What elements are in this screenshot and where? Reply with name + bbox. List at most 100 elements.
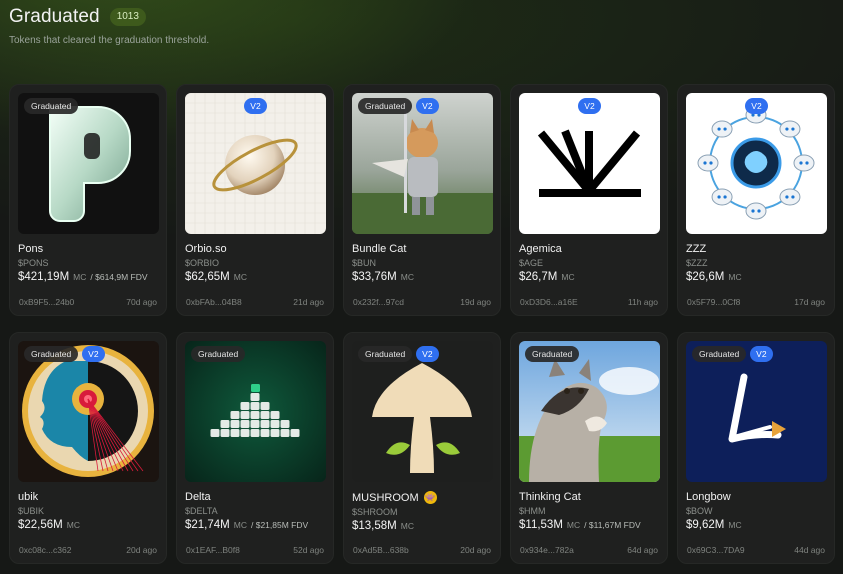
market-cap-row: $33,76M MC: [352, 271, 492, 283]
card-badges: V2: [525, 98, 654, 114]
market-cap-value: $21,74M: [185, 519, 230, 531]
token-card[interactable]: V2 Orbio.so $ORBIO $62,65M MC 0xbFAb...0…: [176, 84, 334, 316]
market-cap-label: MC: [66, 520, 80, 530]
token-address[interactable]: 0xc08c...c362: [19, 545, 71, 555]
token-image[interactable]: Graduated: [519, 341, 660, 482]
token-image[interactable]: Graduated: [185, 341, 326, 482]
graduated-badge: Graduated: [692, 346, 747, 362]
token-card[interactable]: Graduated Delta $DELTA $21,74M MC / $21,…: [176, 332, 334, 564]
market-cap-row: $22,56M MC: [18, 519, 158, 531]
token-age: 44d ago: [794, 545, 825, 555]
market-cap-label: MC: [566, 520, 581, 530]
v2-badge: V2: [416, 98, 439, 114]
page-subtitle: Tokens that cleared the graduation thres…: [9, 35, 210, 46]
token-name-row: Delta: [185, 491, 325, 503]
token-age: 64d ago: [627, 545, 658, 555]
market-cap-label: MC: [233, 272, 247, 282]
token-image[interactable]: Graduated: [18, 93, 159, 234]
token-age: 17d ago: [794, 297, 825, 307]
token-name: ZZZ: [686, 243, 707, 255]
card-badges: V2: [692, 98, 821, 114]
token-ticker: $DELTA: [185, 506, 218, 516]
token-image[interactable]: Graduated V2: [352, 93, 493, 234]
token-image[interactable]: V2: [686, 93, 827, 234]
token-address[interactable]: 0x1EAF...B0f8: [186, 545, 240, 555]
market-cap-label: MC: [400, 521, 414, 531]
token-name-row: Bundle Cat: [352, 243, 492, 255]
graduated-badge: Graduated: [24, 98, 79, 114]
market-cap-value: $11,53M: [519, 519, 563, 531]
market-cap-label: MC: [400, 272, 414, 282]
card-footer: 0xD3D6...a16E 11h ago: [520, 297, 658, 307]
token-grid: Graduated Pons $PONS $421,19M MC / $614,…: [9, 84, 835, 564]
token-ticker: $HMM: [519, 506, 546, 516]
token-age: 20d ago: [126, 545, 157, 555]
count-badge: 1013: [109, 8, 146, 26]
graduated-badge: Graduated: [24, 346, 79, 362]
token-name-row: Pons: [18, 243, 158, 255]
token-age: 21d ago: [293, 297, 324, 307]
token-ticker: $ZZZ: [686, 258, 708, 268]
market-cap-row: $13,58M MC: [352, 520, 492, 532]
token-address[interactable]: 0xbFAb...04B8: [186, 297, 242, 307]
token-address[interactable]: 0xB9F5...24b0: [19, 297, 74, 307]
market-cap-label: MC: [73, 272, 87, 282]
market-cap-label: MC: [728, 272, 742, 282]
token-card[interactable]: Graduated V2 ubik $UBIK $22,56M MC 0xc08…: [9, 332, 167, 564]
token-image[interactable]: Graduated V2: [352, 341, 493, 482]
graduated-badge: Graduated: [358, 346, 413, 362]
v2-badge: V2: [750, 346, 773, 362]
token-card[interactable]: Graduated Pons $PONS $421,19M MC / $614,…: [9, 84, 167, 316]
market-cap-value: $26,7M: [519, 271, 558, 283]
card-badges: Graduated: [191, 346, 320, 362]
token-age: 11h ago: [627, 297, 658, 307]
card-footer: 0x5F79...0Cf8 17d ago: [687, 297, 825, 307]
token-image[interactable]: Graduated V2: [686, 341, 827, 482]
token-name: Thinking Cat: [519, 491, 581, 503]
token-image[interactable]: V2: [185, 93, 326, 234]
market-cap-value: $13,58M: [352, 520, 397, 532]
token-card[interactable]: Graduated V2 Bundle Cat $BUN $33,76M MC …: [343, 84, 501, 316]
market-cap-value: $26,6M: [686, 271, 725, 283]
token-name: MUSHROOM: [352, 491, 419, 504]
market-cap-row: $26,7M MC: [519, 271, 659, 283]
card-footer: 0x232f...97cd 19d ago: [353, 297, 491, 307]
card-badges: Graduated V2: [692, 346, 821, 362]
market-cap-row: $11,53M MC / $11,67M FDV: [519, 519, 659, 531]
token-card[interactable]: Graduated Thinking Cat $HMM $11,53M MC /…: [510, 332, 668, 564]
token-image[interactable]: V2: [519, 93, 660, 234]
page-title: Graduated: [9, 6, 100, 27]
token-address[interactable]: 0x934e...782a: [520, 545, 574, 555]
fdv-value: / $11,67M FDV: [584, 520, 641, 530]
market-cap-row: $421,19M MC / $614,9M FDV: [18, 271, 158, 283]
card-badges: Graduated V2: [24, 346, 153, 362]
token-address[interactable]: 0xD3D6...a16E: [520, 297, 578, 307]
v2-badge: V2: [745, 98, 768, 114]
token-address[interactable]: 0x232f...97cd: [353, 297, 404, 307]
v2-badge: V2: [82, 346, 105, 362]
token-age: 52d ago: [293, 545, 324, 555]
token-ticker: $UBIK: [18, 506, 45, 516]
token-card[interactable]: Graduated V2 MUSHROOM 👾 $SHROOM $13,58M …: [343, 332, 501, 564]
token-image[interactable]: Graduated V2: [18, 341, 159, 482]
token-address[interactable]: 0x69C3...7DA9: [687, 545, 745, 555]
market-cap-row: $26,6M MC: [686, 271, 826, 283]
token-address[interactable]: 0xAd5B...638b: [353, 545, 409, 555]
token-ticker: $ORBIO: [185, 258, 220, 268]
token-name: Longbow: [686, 491, 731, 503]
token-age: 19d ago: [460, 297, 491, 307]
card-footer: 0xB9F5...24b0 70d ago: [19, 297, 157, 307]
v2-badge: V2: [416, 346, 439, 362]
alien-emoji-icon: 👾: [423, 491, 437, 504]
token-card[interactable]: V2 ZZZ $ZZZ $26,6M MC 0x5F79...0Cf8 17d …: [677, 84, 835, 316]
market-cap-value: $9,62M: [686, 519, 725, 531]
market-cap-row: $21,74M MC / $21,85M FDV: [185, 519, 325, 531]
token-card[interactable]: V2 Agemica $AGE $26,7M MC 0xD3D6...a16E …: [510, 84, 668, 316]
market-cap-value: $421,19M: [18, 271, 70, 283]
market-cap-value: $22,56M: [18, 519, 63, 531]
market-cap-row: $9,62M MC: [686, 519, 826, 531]
market-cap-label: MC: [561, 272, 575, 282]
v2-badge: V2: [578, 98, 601, 114]
token-address[interactable]: 0x5F79...0Cf8: [687, 297, 740, 307]
token-card[interactable]: Graduated V2 Longbow $BOW $9,62M MC 0x69…: [677, 332, 835, 564]
